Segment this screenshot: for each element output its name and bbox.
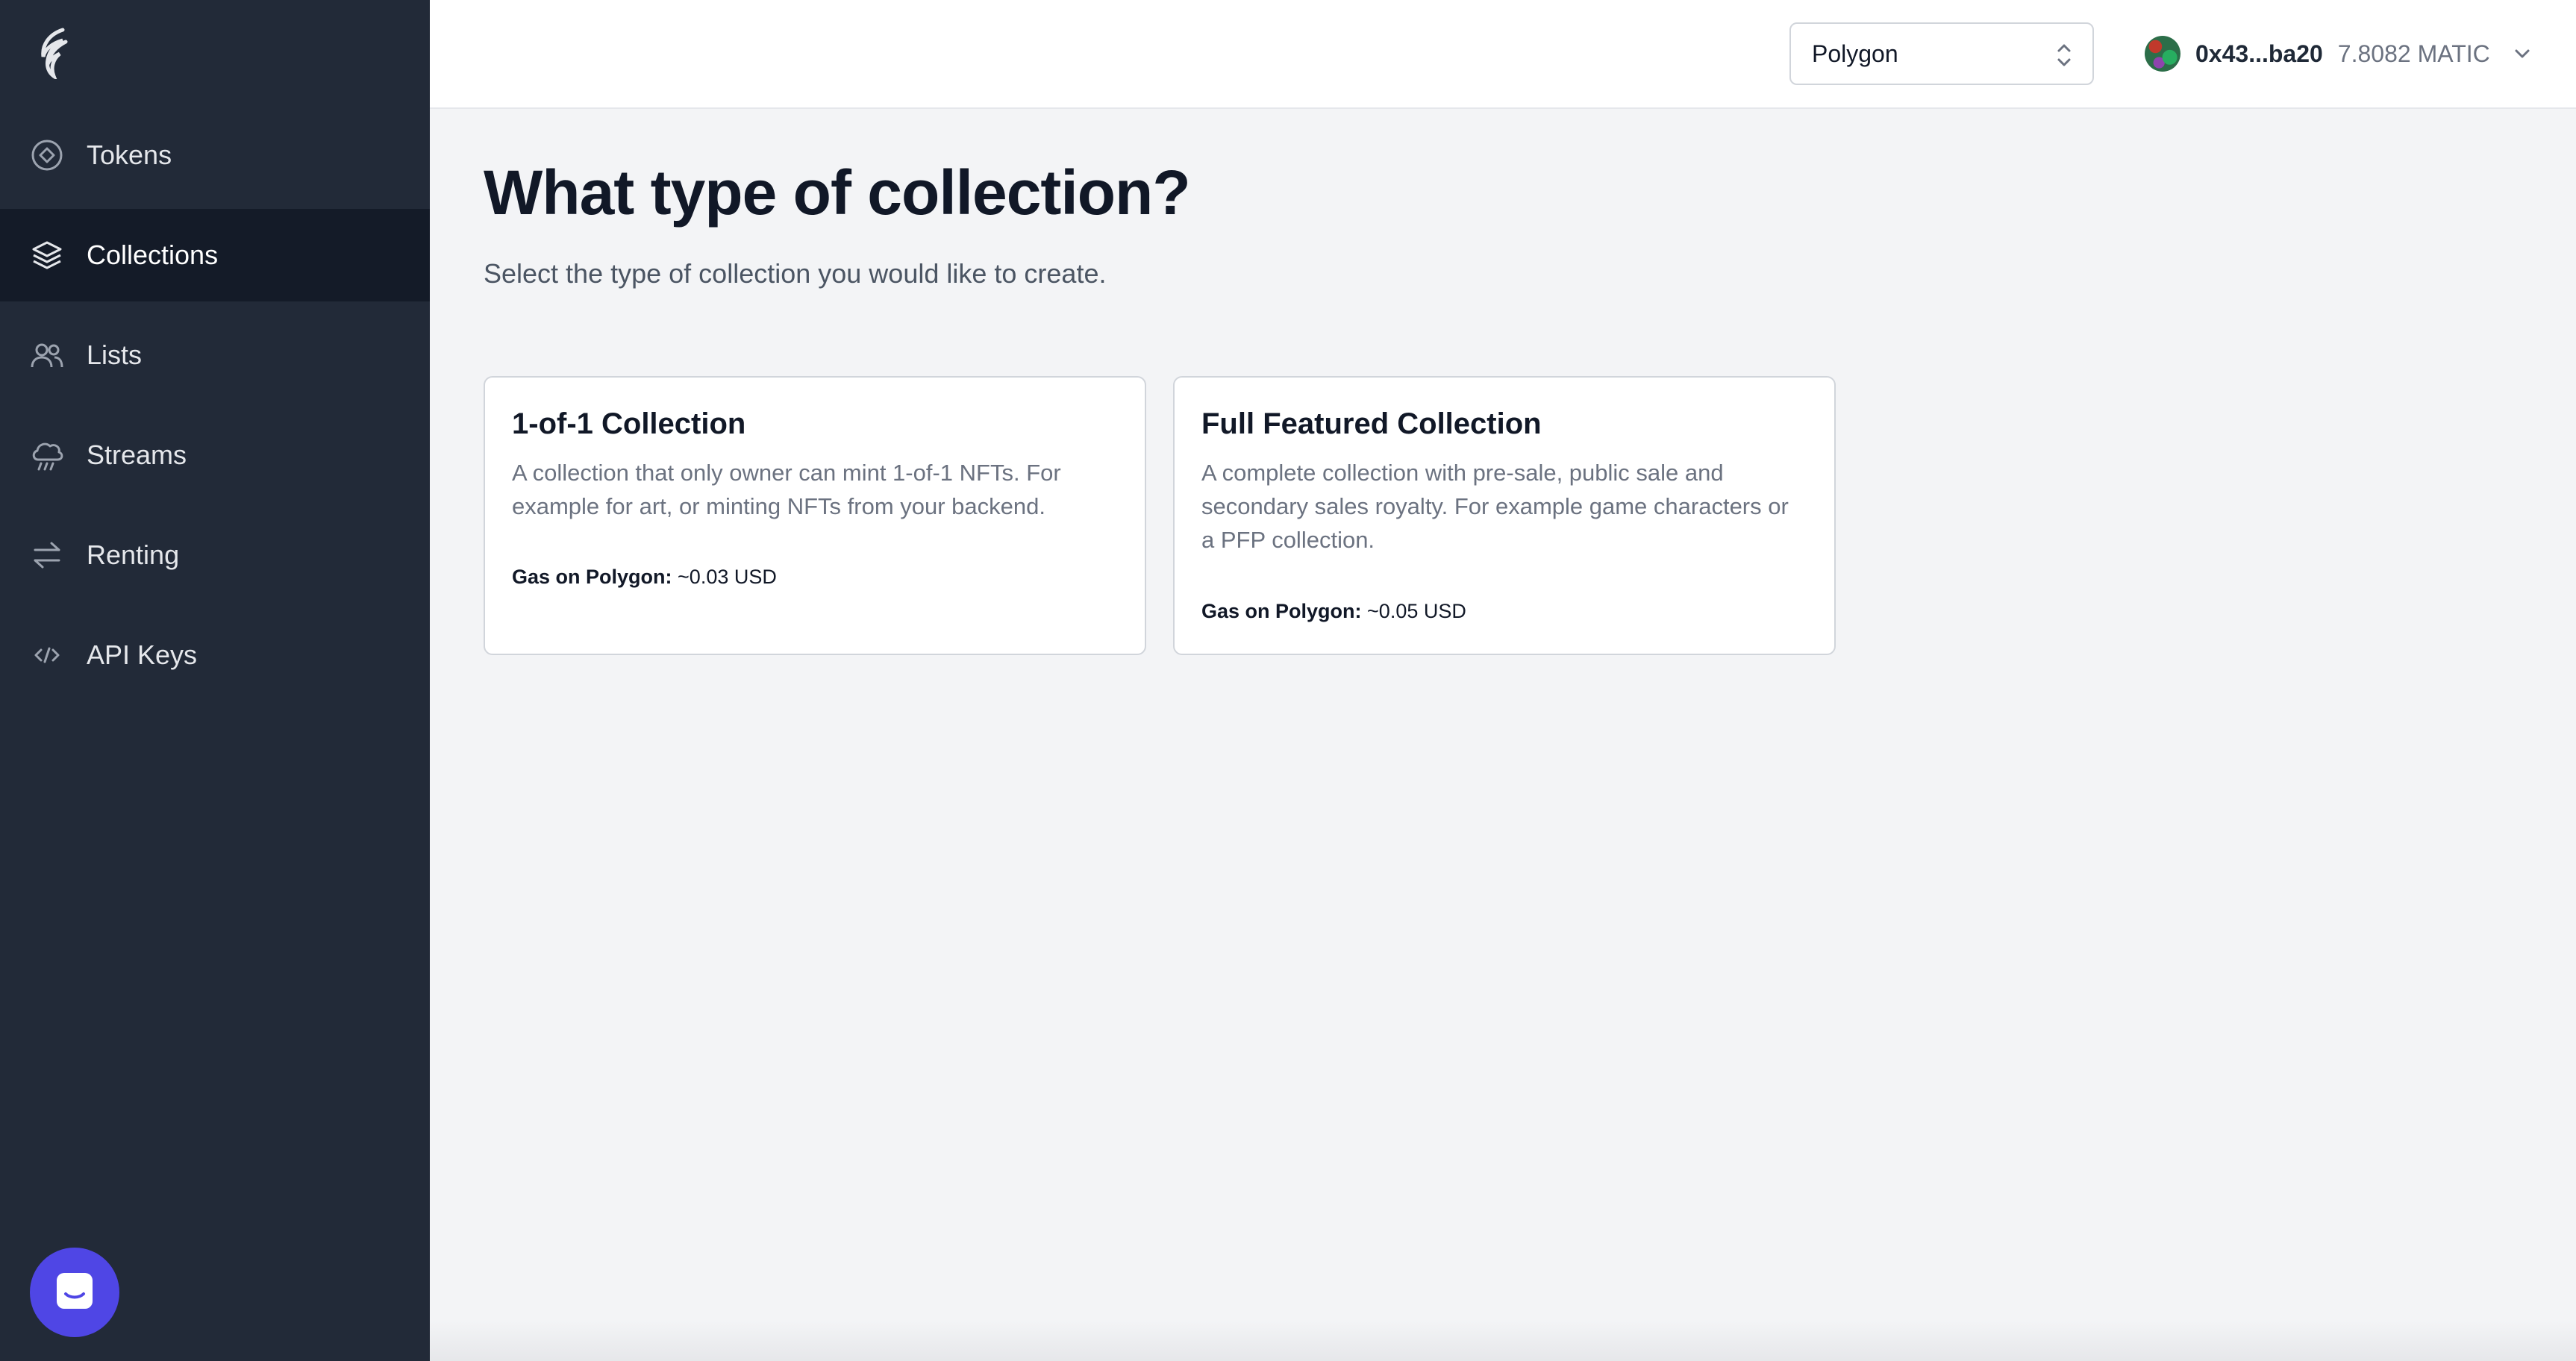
users-icon xyxy=(28,337,66,374)
token-icon xyxy=(28,137,66,174)
account-menu[interactable]: 0x43...ba20 7.8082 MATIC xyxy=(2145,34,2532,73)
card-description: A collection that only owner can mint 1-… xyxy=(512,460,1061,519)
sidebar-item-label: Renting xyxy=(87,539,180,570)
code-icon xyxy=(28,636,66,674)
gas-label: Gas on Polygon: xyxy=(512,566,672,588)
gas-estimate: Gas on Polygon: ~0.05 USD xyxy=(1201,600,1466,623)
wallet-balance: 7.8082 MATIC xyxy=(2337,40,2490,67)
sidebar-item-lists[interactable]: Lists xyxy=(0,309,430,401)
sidebar-item-label: Streams xyxy=(87,439,187,470)
chat-bubble-icon xyxy=(52,1268,97,1317)
app-logo[interactable] xyxy=(33,27,75,81)
arrows-swap-icon xyxy=(28,536,66,574)
chat-launcher-button[interactable] xyxy=(30,1248,119,1337)
gas-value: ~0.05 USD xyxy=(1367,600,1466,622)
sidebar-item-label: Collections xyxy=(87,240,219,270)
sidebar-item-label: API Keys xyxy=(87,639,198,670)
card-title: Full Featured Collection xyxy=(1201,407,1542,440)
avatar xyxy=(2145,36,2180,72)
top-header: Polygon 0x43...ba20 7.8082 MATIC xyxy=(430,0,2576,109)
sidebar-item-renting[interactable]: Renting xyxy=(0,509,430,601)
sidebar: Tokens Collections Lists Streams Renting… xyxy=(0,0,430,1361)
sidebar-item-label: Lists xyxy=(87,340,143,370)
collection-type-card-full-featured[interactable]: Full Featured Collection A complete coll… xyxy=(1173,376,1836,655)
layers-icon xyxy=(28,237,66,274)
card-title: 1-of-1 Collection xyxy=(512,407,746,440)
bottom-shadow xyxy=(430,1321,2576,1361)
cloud-rain-icon xyxy=(28,437,66,474)
page-title: What type of collection? xyxy=(484,157,1191,228)
wallet-address: 0x43...ba20 xyxy=(2195,40,2323,67)
sidebar-item-label: Tokens xyxy=(87,140,172,170)
gas-value: ~0.03 USD xyxy=(678,566,777,588)
gas-estimate: Gas on Polygon: ~0.03 USD xyxy=(512,566,777,589)
sidebar-item-collections[interactable]: Collections xyxy=(0,209,430,301)
chevron-down-icon xyxy=(2513,44,2532,63)
collection-type-card-one-of-one[interactable]: 1-of-1 Collection A collection that only… xyxy=(484,376,1146,655)
page-subtitle: Select the type of collection you would … xyxy=(484,258,1107,289)
selector-icon xyxy=(2055,40,2073,70)
network-select-value: Polygon xyxy=(1812,40,1898,67)
gas-label: Gas on Polygon: xyxy=(1201,600,1362,622)
sidebar-item-streams[interactable]: Streams xyxy=(0,409,430,501)
network-select[interactable]: Polygon xyxy=(1789,22,2094,85)
sidebar-item-tokens[interactable]: Tokens xyxy=(0,109,430,201)
sidebar-item-api-keys[interactable]: API Keys xyxy=(0,609,430,701)
card-description: A complete collection with pre-sale, pub… xyxy=(1201,460,1789,553)
